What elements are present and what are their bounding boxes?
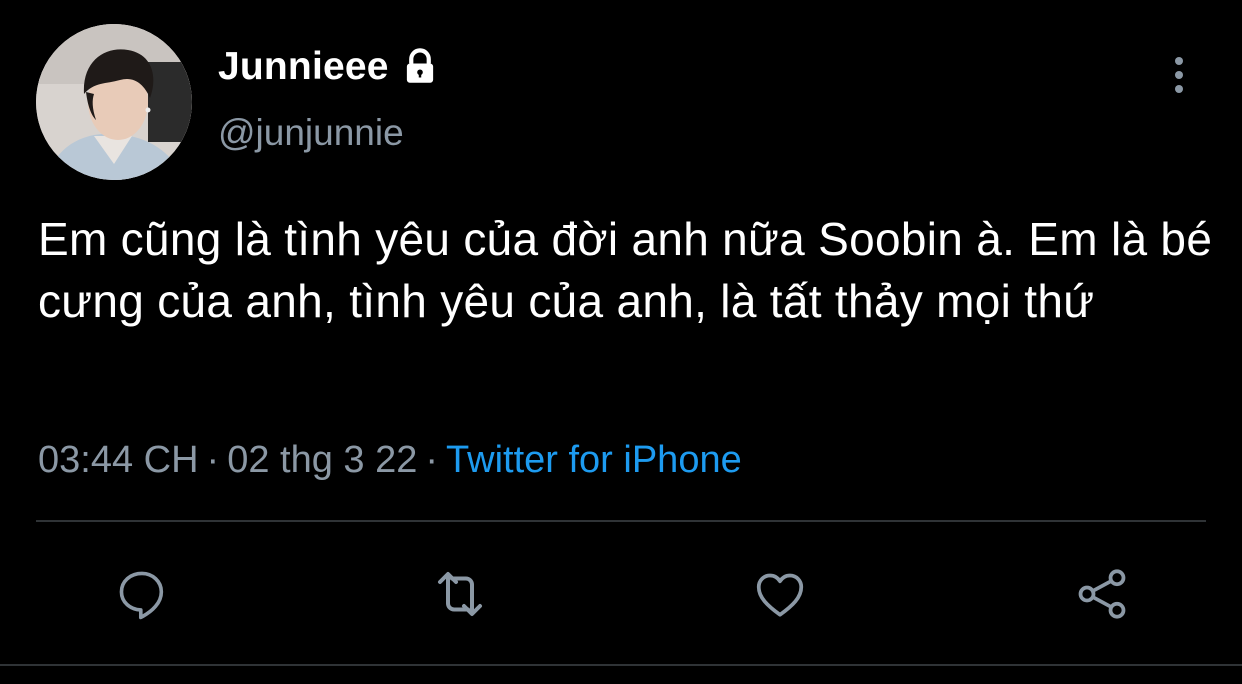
avatar[interactable] [36, 24, 192, 180]
more-vertical-icon [1175, 57, 1183, 93]
divider [0, 664, 1242, 666]
tweet-text: Em cũng là tình yêu của đời anh nữa Soob… [38, 213, 1213, 327]
share-icon [1078, 569, 1126, 619]
like-button[interactable] [748, 562, 812, 626]
heart-icon [756, 573, 804, 617]
display-name[interactable]: Junnieee [218, 42, 441, 92]
action-bar [0, 562, 1242, 626]
display-name-text: Junnieee [218, 45, 389, 88]
reply-button[interactable] [110, 562, 174, 626]
comment-icon [119, 571, 164, 620]
tweet-source-link[interactable]: Twitter for iPhone [446, 439, 742, 481]
user-handle[interactable]: @junjunnie [218, 108, 404, 158]
profile-photo [36, 24, 192, 180]
tweet-detail: Junnieee @junjunnie Em cũng là tình yêu … [0, 0, 1242, 684]
retweet-button[interactable] [428, 562, 492, 626]
separator: · [206, 439, 220, 481]
tweet-date[interactable]: 02 thg 3 22 [227, 439, 417, 481]
separator: · [425, 439, 439, 481]
tweet-meta: 03:44 CH · 02 thg 3 22 · Twitter for iPhone [38, 432, 742, 488]
divider [36, 520, 1206, 522]
retweet-icon [438, 572, 482, 616]
more-options-button[interactable] [1160, 52, 1198, 98]
tweet-time[interactable]: 03:44 CH [38, 439, 199, 481]
share-button[interactable] [1070, 562, 1134, 626]
lock-icon [399, 46, 441, 88]
